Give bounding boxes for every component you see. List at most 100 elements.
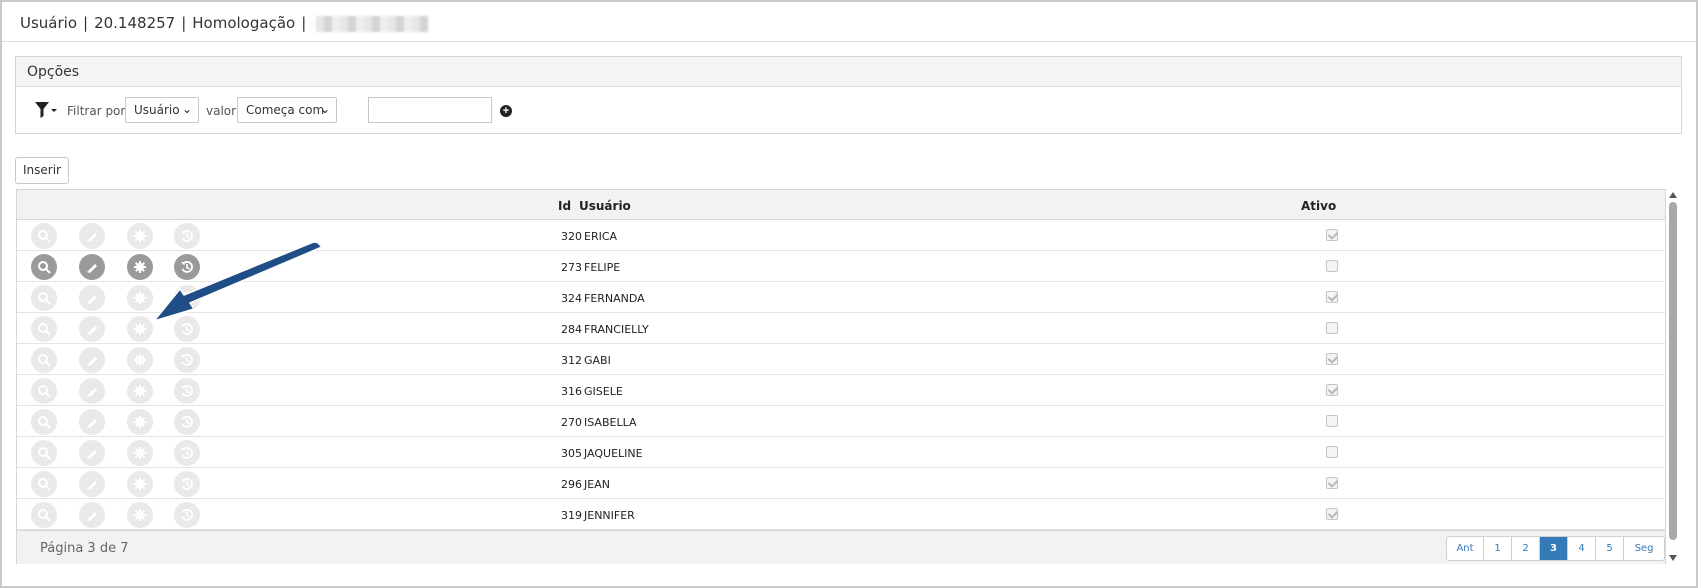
pager-next-button[interactable]: Seg: [1624, 537, 1664, 560]
table-row[interactable]: 312 GABI: [17, 344, 1665, 375]
insert-button[interactable]: Inserir: [15, 157, 69, 184]
cell-id: 296: [561, 478, 582, 491]
operator-value: Começa com: [246, 103, 325, 117]
active-checkbox[interactable]: [1326, 260, 1338, 272]
add-filter-icon[interactable]: +: [500, 105, 512, 117]
filter-icon[interactable]: [34, 101, 58, 119]
table-row[interactable]: 319 JENNIFER: [17, 499, 1665, 530]
filter-field-value: Usuário: [134, 103, 180, 117]
table-footer: Página 3 de 7 Ant 1 2 3 4 5 Seg: [17, 530, 1665, 564]
search-icon[interactable]: [31, 471, 57, 497]
vertical-scrollbar[interactable]: [1667, 189, 1679, 564]
active-checkbox[interactable]: [1326, 477, 1338, 489]
pager-page-3[interactable]: 3: [1540, 537, 1568, 560]
search-icon[interactable]: [31, 316, 57, 342]
search-icon[interactable]: [31, 285, 57, 311]
filter-bar: Filtrar por Usuário ⌄ valor Começa com ⌄…: [16, 87, 1681, 133]
history-icon[interactable]: [174, 316, 200, 342]
edit-icon[interactable]: [79, 316, 105, 342]
table-row[interactable]: 284 FRANCIELLY: [17, 313, 1665, 344]
title-separator: |: [181, 14, 187, 32]
column-header-active[interactable]: Ativo: [1301, 199, 1336, 213]
cell-user: JAQUELINE: [584, 447, 643, 460]
scrollbar-thumb[interactable]: [1669, 202, 1677, 540]
edit-icon[interactable]: [79, 502, 105, 528]
edit-icon[interactable]: [79, 378, 105, 404]
history-icon[interactable]: [174, 502, 200, 528]
edit-icon[interactable]: [79, 285, 105, 311]
edit-icon[interactable]: [79, 254, 105, 280]
gear-icon[interactable]: [127, 471, 153, 497]
edit-icon[interactable]: [79, 440, 105, 466]
title-environment: Homologação: [192, 14, 296, 32]
edit-icon[interactable]: [79, 223, 105, 249]
history-icon[interactable]: [174, 223, 200, 249]
scroll-up-arrow[interactable]: [1669, 192, 1677, 198]
column-header-id[interactable]: Id: [558, 199, 571, 213]
active-checkbox[interactable]: [1326, 446, 1338, 458]
cell-user: FELIPE: [584, 261, 621, 274]
table-row[interactable]: 296 JEAN: [17, 468, 1665, 499]
gear-icon[interactable]: [127, 223, 153, 249]
chevron-down-icon: ⌄: [319, 102, 330, 116]
active-checkbox[interactable]: [1326, 229, 1338, 241]
search-icon[interactable]: [31, 378, 57, 404]
active-checkbox[interactable]: [1326, 322, 1338, 334]
table-row[interactable]: 305 JAQUELINE: [17, 437, 1665, 468]
filter-value-input[interactable]: [368, 97, 492, 123]
table-row[interactable]: 324 FERNANDA: [17, 282, 1665, 313]
history-icon[interactable]: [174, 285, 200, 311]
gear-icon[interactable]: [127, 378, 153, 404]
edit-icon[interactable]: [79, 471, 105, 497]
history-icon[interactable]: [174, 347, 200, 373]
title-separator: |: [83, 14, 89, 32]
edit-icon[interactable]: [79, 409, 105, 435]
gear-icon[interactable]: [127, 285, 153, 311]
active-checkbox[interactable]: [1326, 291, 1338, 303]
search-icon[interactable]: [31, 254, 57, 280]
pager-page-1[interactable]: 1: [1484, 537, 1512, 560]
active-checkbox[interactable]: [1326, 353, 1338, 365]
active-checkbox[interactable]: [1326, 384, 1338, 396]
history-icon[interactable]: [174, 378, 200, 404]
pager-page-5[interactable]: 5: [1596, 537, 1624, 560]
title-separator: |: [301, 14, 307, 32]
column-header-user[interactable]: Usuário: [579, 199, 631, 213]
users-table: Id Usuário Ativo 320 ERICA 273 FELIPE 324 FER…: [16, 189, 1666, 564]
page-title: Usuário | 20.148257 | Homologação |: [20, 14, 429, 32]
search-icon[interactable]: [31, 502, 57, 528]
gear-icon[interactable]: [127, 347, 153, 373]
search-icon[interactable]: [31, 347, 57, 373]
gear-icon[interactable]: [127, 254, 153, 280]
gear-icon[interactable]: [127, 409, 153, 435]
history-icon[interactable]: [174, 471, 200, 497]
history-icon[interactable]: [174, 409, 200, 435]
history-icon[interactable]: [174, 254, 200, 280]
active-checkbox[interactable]: [1326, 415, 1338, 427]
active-checkbox[interactable]: [1326, 508, 1338, 520]
cell-id: 319: [561, 509, 582, 522]
table-row[interactable]: 316 GISELE: [17, 375, 1665, 406]
cell-id: 316: [561, 385, 582, 398]
search-icon[interactable]: [31, 409, 57, 435]
cell-id: 270: [561, 416, 582, 429]
search-icon[interactable]: [31, 223, 57, 249]
edit-icon[interactable]: [79, 347, 105, 373]
pager-page-2[interactable]: 2: [1512, 537, 1540, 560]
cell-user: JENNIFER: [584, 509, 635, 522]
pager-prev-button[interactable]: Ant: [1447, 537, 1484, 560]
gear-icon[interactable]: [127, 440, 153, 466]
operator-select[interactable]: Começa com ⌄: [237, 97, 337, 123]
scroll-down-arrow[interactable]: [1669, 555, 1677, 561]
table-row[interactable]: 273 FELIPE: [17, 251, 1665, 282]
filter-field-select[interactable]: Usuário ⌄: [125, 97, 199, 123]
search-icon[interactable]: [31, 440, 57, 466]
history-icon[interactable]: [174, 440, 200, 466]
cell-id: 320: [561, 230, 582, 243]
pager-page-4[interactable]: 4: [1568, 537, 1596, 560]
table-row[interactable]: 320 ERICA: [17, 220, 1665, 251]
gear-icon[interactable]: [127, 316, 153, 342]
gear-icon[interactable]: [127, 502, 153, 528]
table-row[interactable]: 270 ISABELLA: [17, 406, 1665, 437]
value-label: valor: [206, 104, 237, 118]
